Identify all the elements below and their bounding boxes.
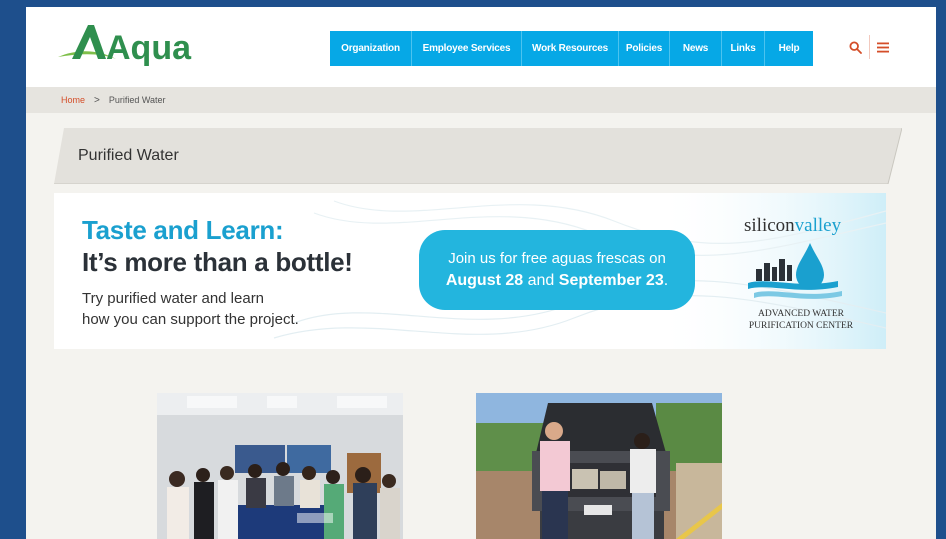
pill-date-1: August 28 <box>445 272 524 289</box>
search-icon <box>848 40 862 54</box>
title-bar-shape <box>54 128 902 184</box>
event-dates-pill: Join us for free aguas frescas on August… <box>419 230 695 310</box>
sv-logo-wordmark: siliconvalley <box>744 215 841 237</box>
aqua-logo-mark: Aqua <box>58 25 192 67</box>
nav-organization[interactable]: Organization <box>330 31 412 66</box>
pill-and: and <box>527 272 555 289</box>
sv-logo-line-2: PURIFICATION CENTER <box>748 321 854 331</box>
group-photo-image <box>157 393 403 539</box>
event-photo-delivery[interactable] <box>476 393 722 539</box>
menu-button[interactable] <box>874 37 892 57</box>
nav-links[interactable]: Links <box>722 31 765 66</box>
nav-work-resources[interactable]: Work Resources <box>522 31 619 66</box>
browser-page: Aqua Organization Employee Services Work… <box>26 7 936 539</box>
event-banner[interactable]: Taste and Learn: It’s more than a bottle… <box>54 193 886 349</box>
breadcrumb: Home > Purified Water <box>26 87 936 113</box>
delivery-photo-image <box>476 393 722 539</box>
banner-subheadline: It’s more than a bottle! <box>82 247 353 277</box>
breadcrumb-home-link[interactable]: Home <box>61 95 85 105</box>
banner-body-line-1: Try purified water and learn <box>82 290 265 307</box>
breadcrumb-current: Purified Water <box>108 95 166 105</box>
pill-dates: August 28 and September 23. <box>419 272 695 290</box>
nav-help[interactable]: Help <box>765 31 813 66</box>
page-title-bar: Purified Water <box>54 128 902 184</box>
nav-divider <box>869 35 870 59</box>
nav-employee-services[interactable]: Employee Services <box>412 31 522 66</box>
sv-logo-line-1: ADVANCED WATER <box>758 309 844 319</box>
banner-body-line-2: how you can support the project. <box>82 311 299 328</box>
pill-date-2: September 23 <box>558 272 664 289</box>
site-header: Aqua Organization Employee Services Work… <box>26 7 936 87</box>
nav-news[interactable]: News <box>670 31 722 66</box>
logo-text: Aqua <box>106 29 192 67</box>
sv-logo-word-1: silicon <box>744 215 795 236</box>
search-button[interactable] <box>846 37 864 57</box>
sv-logo-word-2: valley <box>794 215 842 236</box>
sv-logo-water-drop-icon <box>748 243 842 299</box>
hamburger-icon <box>877 42 889 52</box>
main-nav: Organization Employee Services Work Reso… <box>330 31 813 66</box>
site-logo[interactable]: Aqua <box>54 19 194 69</box>
pill-end: . <box>663 272 669 289</box>
breadcrumb-separator: > <box>94 94 100 106</box>
nav-policies[interactable]: Policies <box>619 31 670 66</box>
page-title: Purified Water <box>78 147 179 164</box>
banner-headline: Taste and Learn: <box>82 215 284 245</box>
pill-line-1: Join us for free aguas frescas on <box>448 250 666 267</box>
event-photo-group[interactable] <box>157 393 403 539</box>
